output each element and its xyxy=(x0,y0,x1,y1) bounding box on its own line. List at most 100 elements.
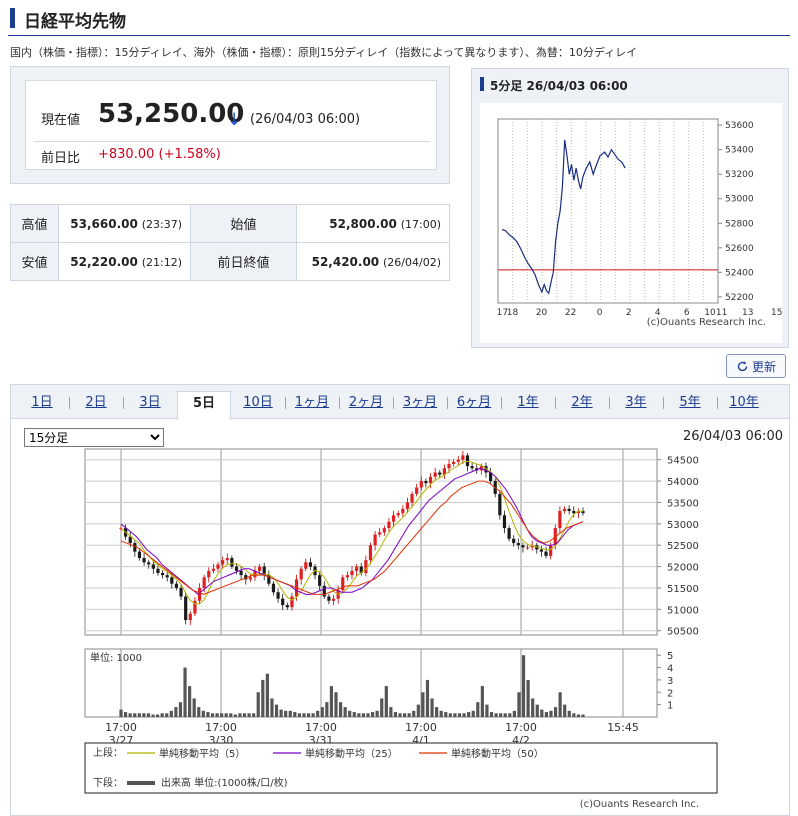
change-value: +830.00 (+1.58%) xyxy=(98,147,221,162)
volume-bar xyxy=(325,702,329,717)
volume-bar xyxy=(517,692,521,717)
volume-bar xyxy=(544,712,549,717)
volume-bar xyxy=(252,713,256,717)
candle-body xyxy=(202,577,206,588)
candle-body xyxy=(179,587,183,597)
candle-body xyxy=(184,596,188,621)
volume-bar xyxy=(206,712,210,717)
prev-close-time: (26/04/02) xyxy=(383,255,441,269)
volume-bar xyxy=(320,707,324,717)
volume-bar xyxy=(425,679,430,717)
candle-body xyxy=(558,511,562,529)
tab-10[interactable]: 1年 xyxy=(501,391,555,419)
candle-body xyxy=(391,515,396,522)
volume-bar xyxy=(192,698,196,717)
volume-bar xyxy=(453,713,457,717)
candle-body xyxy=(230,558,234,567)
price-plot-frame xyxy=(84,448,658,636)
candle-body xyxy=(188,613,192,621)
tab-2[interactable]: 2日 xyxy=(69,391,123,419)
candle-body xyxy=(424,481,428,484)
low-cell: 52,220.00 (21:12) xyxy=(58,242,191,281)
mini-x-tick-label: 18 xyxy=(507,308,519,318)
mini-y-tick-label: 53200 xyxy=(725,170,754,180)
divider xyxy=(34,141,430,142)
volume-bar xyxy=(329,686,334,717)
volume-bar xyxy=(581,714,585,717)
candle-body xyxy=(290,596,294,608)
volume-bar xyxy=(563,704,567,717)
volume-bar xyxy=(389,707,393,717)
volume-bar xyxy=(439,710,443,717)
tab-1[interactable]: 1日 xyxy=(15,391,69,419)
tab-5[interactable]: 10日 xyxy=(231,391,285,419)
volume-bar xyxy=(133,713,137,717)
volume-bar xyxy=(183,667,187,717)
price-box: 現在値 53,250.00 ↓ (26/04/03 06:00) 前日比 +83… xyxy=(25,80,437,170)
tab-4[interactable]: 5日 xyxy=(177,391,231,420)
volume-bar xyxy=(265,673,269,717)
mini-chart-title: 5分足 26/04/03 06:00 xyxy=(490,79,628,93)
volume-bar xyxy=(572,713,576,717)
candle-body xyxy=(225,558,229,561)
tab-separator xyxy=(609,397,610,409)
candle-body xyxy=(433,472,437,477)
volume-bar xyxy=(311,713,315,717)
candle-body xyxy=(544,551,548,556)
volume-bar xyxy=(471,710,475,717)
volume-bar xyxy=(256,692,260,717)
tab-separator xyxy=(123,397,124,409)
tab-separator xyxy=(69,397,70,409)
current-price-label: 現在値 xyxy=(41,113,81,128)
candle-body xyxy=(248,577,252,580)
refresh-button[interactable]: 更新 xyxy=(726,354,786,378)
chart-credit: (c)Ouants Research Inc. xyxy=(580,799,699,810)
tab-13[interactable]: 5年 xyxy=(663,391,717,419)
mini-y-tick-label: 52200 xyxy=(725,293,754,303)
volume-bar xyxy=(540,709,544,717)
candle-body xyxy=(331,598,336,601)
x-time-label: 17:00 xyxy=(505,721,537,734)
candle-body xyxy=(221,560,225,565)
legend-item-label: 単純移動平均（5） xyxy=(159,747,245,760)
legend-lower-label: 下段： xyxy=(93,776,123,789)
volume-bar xyxy=(494,713,498,717)
volume-bar xyxy=(361,713,366,717)
volume-bar xyxy=(521,655,526,717)
volume-bar xyxy=(174,707,178,717)
tab-6[interactable]: 1ヶ月 xyxy=(285,391,339,419)
mini-y-tick-label: 53000 xyxy=(725,195,754,205)
volume-unit-label: 単位: 1000 xyxy=(90,651,142,664)
candle-body xyxy=(364,560,368,573)
tab-8[interactable]: 3ヶ月 xyxy=(393,391,447,419)
volume-bar xyxy=(448,713,452,717)
candle-body xyxy=(350,570,354,576)
volume-bar xyxy=(549,710,553,717)
tab-3[interactable]: 3日 xyxy=(123,391,177,419)
volume-bar xyxy=(444,712,448,717)
volume-bar xyxy=(302,713,306,717)
candle-body xyxy=(470,466,474,469)
candle-body xyxy=(521,545,525,548)
candle-body xyxy=(502,515,507,529)
volume-bar xyxy=(357,713,361,717)
x-time-label: 17:00 xyxy=(405,721,437,734)
tab-7[interactable]: 2ヶ月 xyxy=(339,391,393,419)
price-y-tick-label: 51500 xyxy=(667,584,699,595)
volume-bar xyxy=(274,704,279,717)
candle-body xyxy=(304,562,308,569)
candle-body xyxy=(165,575,169,578)
volume-bar xyxy=(197,707,201,717)
volume-bar xyxy=(352,712,356,717)
tab-14[interactable]: 10年 xyxy=(717,391,771,419)
tab-11[interactable]: 2年 xyxy=(555,391,609,419)
volume-bar xyxy=(526,679,530,717)
mini-chart: 52200 52400 52600 52800 53000 53200 53400 53600… xyxy=(480,103,782,343)
legend-item-label: 単純移動平均（25） xyxy=(305,747,398,760)
volume-bar xyxy=(229,713,233,717)
candle-body xyxy=(396,513,400,516)
tab-9[interactable]: 6ヶ月 xyxy=(447,391,501,419)
candle-body xyxy=(562,508,567,511)
tab-12[interactable]: 3年 xyxy=(609,391,663,419)
candle-body xyxy=(276,592,280,599)
